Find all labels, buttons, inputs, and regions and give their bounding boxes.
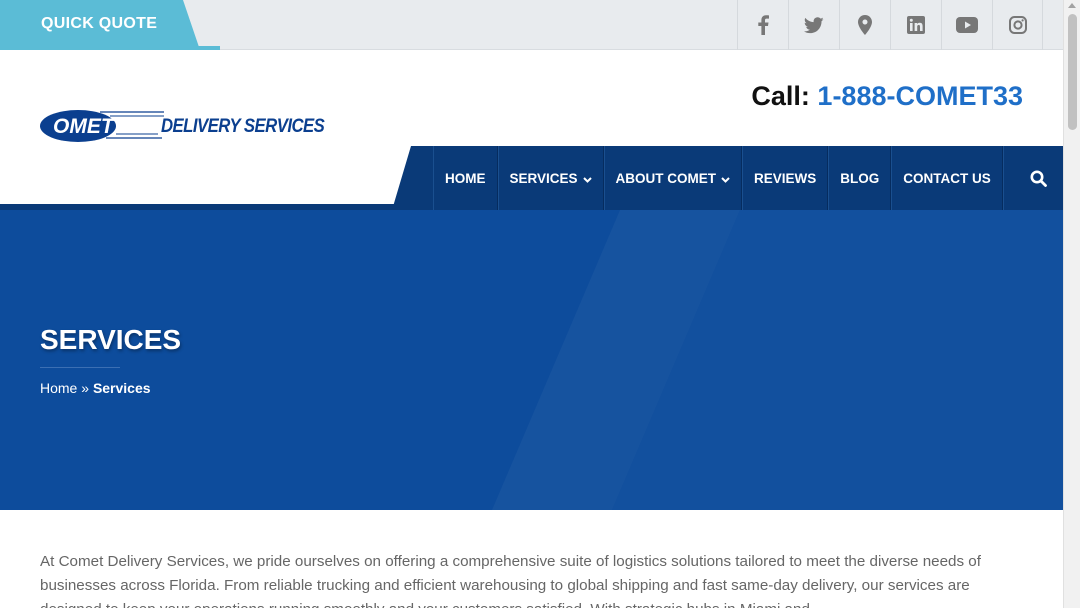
hero-decoration [492,210,740,510]
page-hero: SERVICES Home » Services [0,210,1063,510]
nav-about-comet[interactable]: ABOUT COMET [603,146,743,210]
site-header: OMET DELIVERY SERVICES Call: 1-888-COMET… [0,50,1075,210]
scroll-up-arrow-icon[interactable] [1068,3,1076,8]
title-divider [40,367,120,368]
scroll-thumb[interactable] [1068,14,1077,130]
call-phone[interactable]: Call: 1-888-COMET33 [751,81,1023,112]
page: QUICK QUOTE OMET DELIVERY SERVICES Call:… [0,0,1080,608]
call-label: Call: [751,81,810,111]
linkedin-icon[interactable] [890,0,941,50]
quick-quote-button[interactable]: QUICK QUOTE [0,0,220,50]
svg-text:OMET: OMET [53,115,116,138]
breadcrumb-separator: » [77,380,93,396]
facebook-icon[interactable] [737,0,788,50]
logo-wordmark: DELIVERY SERVICES [161,116,325,137]
logo-mark: OMET [40,110,164,142]
phone-number[interactable]: 1-888-COMET33 [817,81,1023,111]
map-pin-icon[interactable] [839,0,890,50]
nav-blog[interactable]: BLOG [828,146,892,210]
scrollbar[interactable] [1063,0,1080,608]
breadcrumb-current: Services [92,380,151,396]
chevron-down-icon [721,171,730,186]
nav-services[interactable]: SERVICES [497,146,604,210]
breadcrumb: Home » Services [40,380,151,396]
instagram-icon[interactable] [992,0,1043,50]
breadcrumb-home[interactable]: Home [40,380,77,396]
chevron-down-icon [582,171,592,186]
social-links [737,0,1043,50]
intro-paragraph: At Comet Delivery Services, we pride our… [40,553,981,608]
nav-home[interactable]: HOME [433,146,498,210]
search-icon [1030,170,1048,187]
twitter-icon[interactable] [788,0,839,50]
comet-logo[interactable]: OMET DELIVERY SERVICES [40,108,325,144]
top-bar: QUICK QUOTE [0,0,1063,50]
page-title: SERVICES [40,324,182,355]
main-nav: HOME SERVICES ABOUT COMET REVIEWS BLOG C… [433,146,1075,210]
nav-contact-us[interactable]: CONTACT US [891,146,1003,210]
youtube-icon[interactable] [941,0,992,50]
quick-quote-label: QUICK QUOTE [41,15,158,32]
nav-reviews[interactable]: REVIEWS [742,146,829,210]
